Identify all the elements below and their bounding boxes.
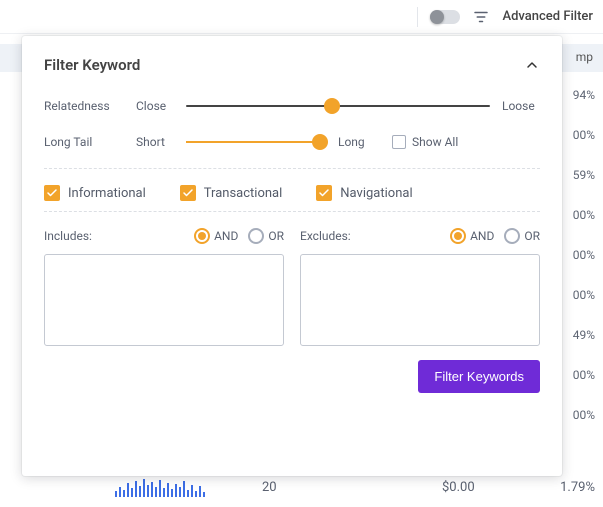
advanced-filter-label[interactable]: Advanced Filter [502, 9, 593, 24]
relatedness-max-label: Loose [490, 99, 540, 113]
intent-label: Transactional [204, 186, 283, 201]
show-all-label: Show All [412, 135, 458, 149]
divider [44, 168, 540, 169]
show-all-checkbox[interactable] [392, 135, 406, 149]
toggle-switch[interactable] [430, 10, 460, 24]
relatedness-slider[interactable] [186, 96, 490, 116]
radio-label: OR [268, 229, 284, 243]
includes-column: Includes: AND OR [44, 228, 284, 346]
sparkline-chart [115, 475, 205, 497]
panel-title: Filter Keyword [44, 56, 140, 74]
longtail-max-label: Long [326, 135, 376, 149]
filter-list-icon[interactable] [472, 8, 490, 26]
filter-keyword-panel: Filter Keyword Relatedness Close Loose L… [22, 36, 562, 476]
include-exclude-section: Includes: AND OR Excludes: [44, 228, 540, 346]
excludes-or-radio[interactable]: OR [504, 228, 540, 244]
bg-bottom-pct: 1.79% [560, 480, 595, 495]
includes-textarea[interactable] [44, 254, 284, 346]
excludes-and-radio[interactable]: AND [450, 228, 494, 244]
check-icon [316, 185, 332, 201]
intent-label: Informational [68, 186, 146, 201]
background-bottom-row: 20 $0.00 1.79% [0, 473, 603, 501]
intent-filters: Informational Transactional Navigational [44, 185, 540, 201]
includes-and-radio[interactable]: AND [194, 228, 238, 244]
excludes-textarea[interactable] [300, 254, 540, 346]
radio-label: AND [214, 229, 238, 243]
includes-label: Includes: [44, 229, 92, 243]
bg-bottom-volume: 20 [262, 480, 277, 495]
excludes-column: Excludes: AND OR [300, 228, 540, 346]
longtail-slider-thumb[interactable] [312, 134, 328, 150]
includes-logic-radios: AND OR [194, 228, 284, 244]
radio-label: AND [470, 229, 494, 243]
longtail-row: Long Tail Short Long Show All [44, 132, 540, 152]
panel-footer: Filter Keywords [44, 360, 540, 393]
relatedness-slider-thumb[interactable] [324, 98, 340, 114]
intent-informational[interactable]: Informational [44, 185, 146, 201]
relatedness-label: Relatedness [44, 99, 136, 113]
intent-label: Navigational [340, 186, 412, 201]
relatedness-min-label: Close [136, 99, 186, 113]
bg-bottom-cost: $0.00 [442, 480, 475, 495]
check-icon [44, 185, 60, 201]
divider [44, 211, 540, 212]
top-toolbar: Advanced Filter [0, 0, 603, 34]
longtail-slider[interactable] [186, 132, 326, 152]
panel-header: Filter Keyword [44, 56, 540, 74]
radio-label: OR [524, 229, 540, 243]
background-column-label: mp [576, 50, 593, 64]
relatedness-row: Relatedness Close Loose [44, 96, 540, 116]
toolbar-divider [417, 7, 418, 27]
show-all-group: Show All [392, 135, 458, 149]
longtail-label: Long Tail [44, 135, 136, 149]
excludes-label: Excludes: [300, 229, 351, 243]
excludes-logic-radios: AND OR [450, 228, 540, 244]
intent-navigational[interactable]: Navigational [316, 185, 412, 201]
longtail-min-label: Short [136, 135, 186, 149]
filter-keywords-button[interactable]: Filter Keywords [418, 360, 540, 393]
collapse-icon[interactable] [524, 57, 540, 73]
intent-transactional[interactable]: Transactional [180, 185, 283, 201]
check-icon [180, 185, 196, 201]
includes-or-radio[interactable]: OR [248, 228, 284, 244]
